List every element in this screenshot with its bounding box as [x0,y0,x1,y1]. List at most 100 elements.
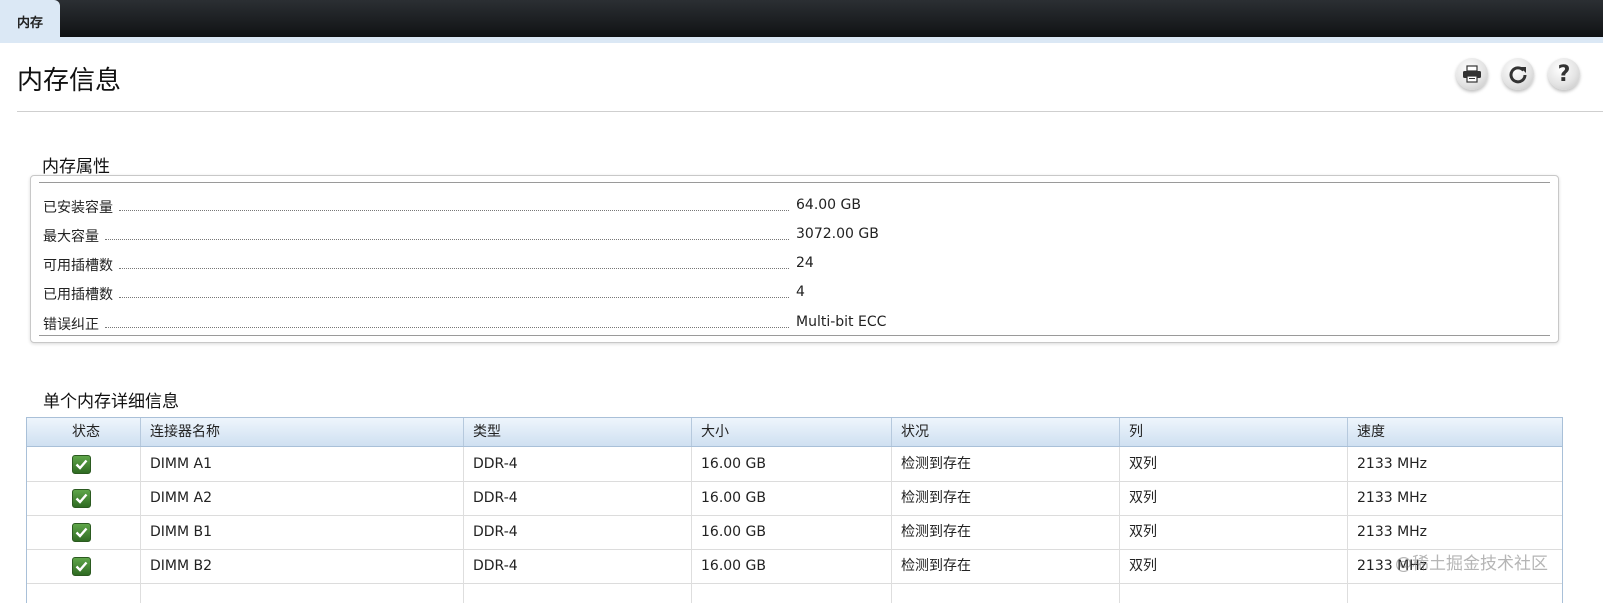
cell-speed: 2133 MHz [1357,456,1428,472]
dotted-leader [105,239,789,240]
property-value: Multi-bit ECC [796,314,887,330]
column-divider [140,515,141,549]
property-value: 4 [796,284,805,300]
column-divider [140,549,141,583]
cell-size: 16.00 GB [701,524,766,540]
tab-memory[interactable]: 内存 [0,0,60,43]
memory-properties-panel: 已安装容量 64.00 GB 最大容量 3072.00 GB 可用插槽数 24 … [30,175,1559,343]
property-value: 3072.00 GB [796,226,879,242]
column-divider [140,583,141,603]
column-divider [1119,418,1120,446]
column-header-connector[interactable]: 连接器名称 [150,418,220,446]
column-divider [1347,549,1348,583]
property-label: 错误纠正 [43,314,101,334]
property-row-ecc: 错误纠正 Multi-bit ECC [43,314,1543,334]
cell-type: DDR-4 [473,490,518,506]
column-divider [691,418,692,446]
help-button[interactable]: ? [1548,58,1580,90]
property-row-used-slots: 已用插槽数 4 [43,284,1543,304]
column-divider [1119,583,1120,603]
column-header-rank[interactable]: 列 [1129,418,1143,446]
column-divider [691,481,692,515]
column-divider [463,515,464,549]
cell-condition: 检测到存在 [901,490,971,506]
tab-memory-label: 内存 [16,16,43,31]
print-button[interactable] [1456,58,1488,90]
column-divider [1347,583,1348,603]
cell-type: DDR-4 [473,524,518,540]
column-divider [1119,447,1120,481]
table-row[interactable]: DIMM B2 DDR-4 16.00 GB 检测到存在 双列 2133 MHz [27,549,1562,584]
title-divider [17,111,1603,112]
column-divider [140,418,141,446]
column-header-size[interactable]: 大小 [701,418,729,446]
column-divider [1119,515,1120,549]
property-label: 最大容量 [43,226,101,246]
cell-condition: 检测到存在 [901,558,971,574]
column-divider [463,447,464,481]
column-divider [140,447,141,481]
cell-speed: 2133 MHz [1357,490,1428,506]
cell-rank: 双列 [1129,558,1157,574]
column-divider [691,549,692,583]
property-row-available-slots: 可用插槽数 24 [43,255,1543,275]
status-ok-icon [72,455,91,474]
refresh-icon [1508,64,1528,84]
column-divider [891,418,892,446]
cell-rank: 双列 [1129,490,1157,506]
property-row-installed: 已安装容量 64.00 GB [43,197,1543,217]
cell-connector: DIMM B2 [150,558,213,574]
cell-condition: 检测到存在 [901,524,971,540]
property-value: 64.00 GB [796,197,861,213]
table-row[interactable]: DIMM B1 DDR-4 16.00 GB 检测到存在 双列 2133 MHz [27,515,1562,550]
column-divider [891,481,892,515]
table-row[interactable]: DIMM A2 DDR-4 16.00 GB 检测到存在 双列 2133 MHz [27,481,1562,516]
column-header-type[interactable]: 类型 [473,418,501,446]
column-divider [1347,447,1348,481]
tab-bar-underline [0,37,1603,43]
column-divider [691,515,692,549]
cell-rank: 双列 [1129,524,1157,540]
property-row-max: 最大容量 3072.00 GB [43,226,1543,246]
dotted-leader [119,210,789,211]
property-label: 可用插槽数 [43,255,115,275]
page-title: 内存信息 [17,66,122,96]
memory-details-table: 状态 连接器名称 类型 大小 状况 列 速度 DIMM A1 DDR-4 16.… [26,417,1563,603]
cell-condition: 检测到存在 [901,456,971,472]
dotted-leader [119,268,789,269]
cell-rank: 双列 [1129,456,1157,472]
property-value: 24 [796,255,814,271]
status-ok-icon [72,557,91,576]
column-header-status[interactable]: 状态 [72,418,100,446]
help-icon: ? [1557,61,1571,87]
status-ok-icon [72,523,91,542]
table-header: 状态 连接器名称 类型 大小 状况 列 速度 [27,418,1562,447]
column-divider [463,583,464,603]
memory-properties-list: 已安装容量 64.00 GB 最大容量 3072.00 GB 可用插槽数 24 … [39,182,1550,336]
status-ok-icon [72,489,91,508]
column-divider [463,481,464,515]
column-divider [691,583,692,603]
property-label: 已用插槽数 [43,284,115,304]
memory-details-title: 单个内存详细信息 [43,392,179,412]
column-divider [1347,418,1348,446]
cell-speed: 2133 MHz [1357,524,1428,540]
cell-type: DDR-4 [473,456,518,472]
column-divider [140,481,141,515]
cell-connector: DIMM A1 [150,456,213,472]
cell-connector: DIMM B1 [150,524,213,540]
cell-size: 16.00 GB [701,456,766,472]
column-divider [891,583,892,603]
cell-size: 16.00 GB [701,490,766,506]
refresh-button[interactable] [1502,58,1534,90]
column-header-condition[interactable]: 状况 [901,418,929,446]
table-row[interactable]: DIMM A1 DDR-4 16.00 GB 检测到存在 双列 2133 MHz [27,447,1562,482]
table-row[interactable] [27,583,1562,603]
cell-connector: DIMM A2 [150,490,213,506]
column-divider [891,447,892,481]
tab-bar [0,0,1603,37]
column-divider [1119,481,1120,515]
memory-properties-title: 内存属性 [42,157,110,177]
column-header-speed[interactable]: 速度 [1357,418,1385,446]
printer-icon [1462,65,1482,83]
